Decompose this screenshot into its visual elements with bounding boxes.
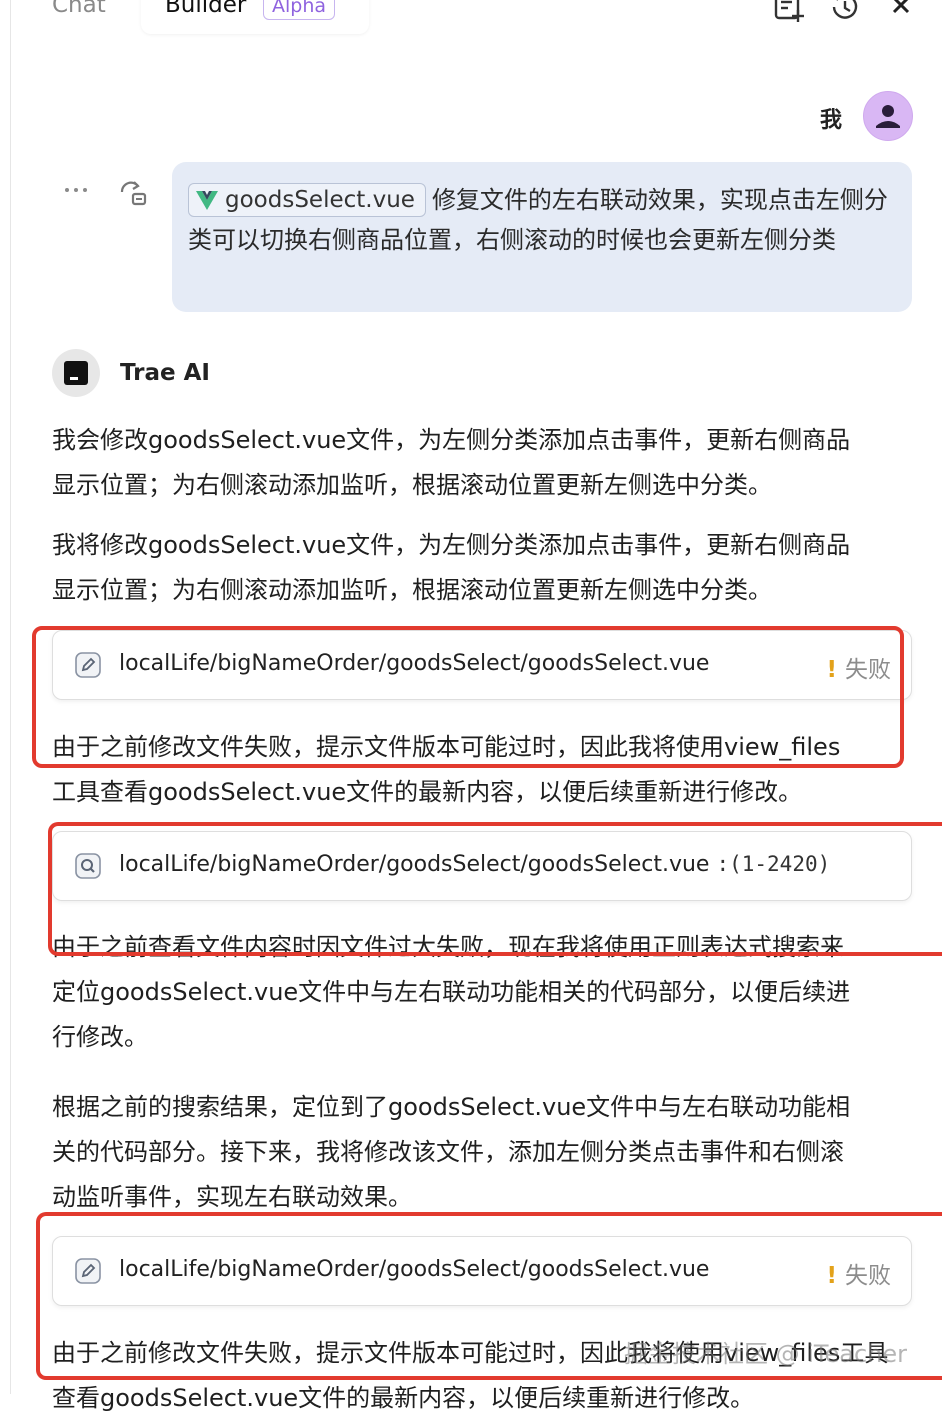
- panel-left-border: [10, 0, 11, 1394]
- watermark: 掘金技术社区 @ iTeacher: [624, 1340, 908, 1368]
- user-avatar: [863, 91, 913, 141]
- retry-icon[interactable]: [116, 178, 148, 208]
- para-line: 查看goodsSelect.vue文件的最新内容，以便后续重新进行修改。: [52, 1384, 755, 1412]
- tab-builder-label: Builder: [165, 0, 247, 18]
- vue-file-icon: [196, 191, 218, 210]
- tab-chat[interactable]: Chat: [52, 0, 106, 18]
- user-message-text: goodsSelect.vue 修复文件的左右联动效果，实现点击左侧分类可以切换…: [188, 180, 900, 260]
- trae-logo-icon: [64, 361, 88, 385]
- para-line: 我将修改goodsSelect.vue文件，为左侧分类添加点击事件，更新右侧商品: [52, 531, 851, 559]
- file-chip[interactable]: goodsSelect.vue: [188, 183, 426, 217]
- ai-paragraph-5: 根据之前的搜索结果，定位到了goodsSelect.vue文件中与左右联动功能相…: [52, 1085, 912, 1220]
- user-avatar-icon: [876, 105, 900, 128]
- ai-name: Trae AI: [120, 360, 210, 386]
- close-icon[interactable]: [884, 0, 918, 24]
- para-line: 显示位置；为右侧滚动添加监听，根据滚动位置更新左侧选中分类。: [52, 576, 772, 604]
- highlight-box-1: [32, 626, 904, 768]
- para-line: 我会修改goodsSelect.vue文件，为左侧分类添加点击事件，更新右侧商品: [52, 426, 851, 454]
- user-name: 我: [820, 108, 843, 133]
- para-line: 根据之前的搜索结果，定位到了goodsSelect.vue文件中与左右联动功能相: [52, 1093, 851, 1121]
- history-icon[interactable]: [828, 0, 862, 24]
- para-line: 关的代码部分。接下来，我将修改该文件，添加左侧分类点击事件和右侧滚: [52, 1138, 844, 1166]
- ai-avatar: [52, 349, 100, 397]
- para-line: 显示位置；为右侧滚动添加监听，根据滚动位置更新左侧选中分类。: [52, 471, 772, 499]
- header-tabs: Chat Builder Alpha: [0, 0, 942, 34]
- more-icon[interactable]: [62, 180, 92, 200]
- highlight-box-2: [48, 822, 942, 956]
- ai-paragraph-1: 我会修改goodsSelect.vue文件，为左侧分类添加点击事件，更新右侧商品…: [52, 418, 912, 508]
- user-message-bubble: goodsSelect.vue 修复文件的左右联动效果，实现点击左侧分类可以切换…: [172, 162, 912, 312]
- para-line: 定位goodsSelect.vue文件中与左右联动功能相关的代码部分，以便后续进: [52, 978, 851, 1006]
- file-chip-label: goodsSelect.vue: [225, 187, 415, 213]
- para-line: 行修改。: [52, 1023, 148, 1051]
- para-line: 工具查看goodsSelect.vue文件的最新内容，以便后续重新进行修改。: [52, 778, 803, 806]
- tab-builder[interactable]: Builder Alpha: [141, 0, 369, 34]
- new-chat-icon[interactable]: [772, 0, 806, 24]
- ai-paragraph-2: 我将修改goodsSelect.vue文件，为左侧分类添加点击事件，更新右侧商品…: [52, 523, 912, 613]
- alpha-badge: Alpha: [263, 0, 336, 20]
